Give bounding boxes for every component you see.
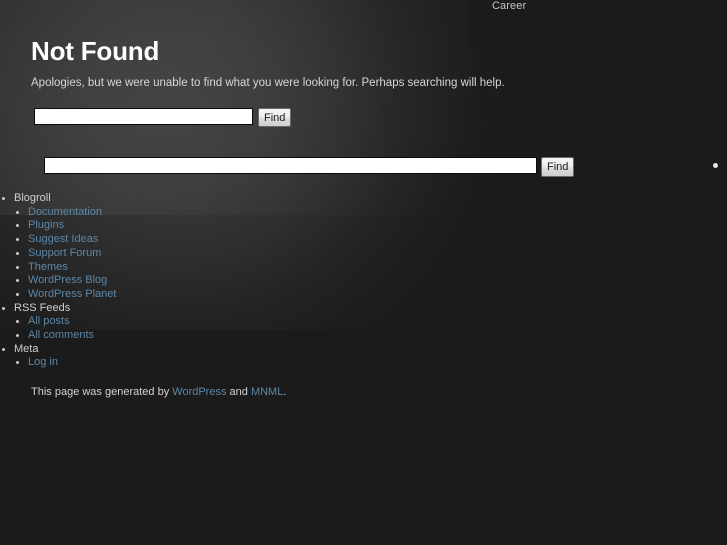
page-title: Not Found — [31, 36, 160, 66]
link-themes[interactable]: Themes — [28, 261, 68, 273]
list-item: Themes — [28, 261, 400, 275]
search-input-primary[interactable] — [34, 108, 253, 125]
linkbar: Blogroll Documentation Plugins Suggest I… — [0, 192, 400, 370]
list-item: Support Forum — [28, 247, 400, 261]
search-form-secondary: Find — [44, 157, 575, 177]
link-wordpress-blog[interactable]: WordPress Blog — [28, 274, 107, 286]
footer-prefix-text: This page was generated by — [31, 386, 173, 398]
topnav-item-career[interactable]: Career — [492, 0, 526, 12]
linkbar-group-meta: Meta Log in — [14, 343, 400, 370]
linkbar-item-list: Log in — [14, 356, 400, 370]
page-root: Career Not Found Apologies, but we were … — [0, 0, 727, 545]
list-item: All comments — [28, 329, 400, 343]
link-support-forum[interactable]: Support Forum — [28, 247, 101, 259]
stray-list-bullet — [713, 163, 718, 168]
list-item: Plugins — [28, 219, 400, 233]
list-item: WordPress Blog — [28, 274, 400, 288]
linkbar-group-rss-feeds: RSS Feeds All posts All comments — [14, 302, 400, 343]
linkbar-group-blogroll: Blogroll Documentation Plugins Suggest I… — [14, 192, 400, 302]
linkbar-group-list: Blogroll Documentation Plugins Suggest I… — [0, 192, 400, 370]
link-all-posts[interactable]: All posts — [28, 315, 70, 327]
top-navigation: Career — [492, 0, 526, 13]
link-suggest-ideas[interactable]: Suggest Ideas — [28, 233, 98, 245]
footer-middle-text: and — [226, 386, 251, 398]
linkbar-group-label: Blogroll — [14, 192, 51, 204]
list-item: Suggest Ideas — [28, 233, 400, 247]
linkbar-item-list: All posts All comments — [14, 315, 400, 342]
linkbar-item-list: Documentation Plugins Suggest Ideas Supp… — [14, 206, 400, 302]
link-log-in[interactable]: Log in — [28, 356, 58, 368]
footer-link-mnml[interactable]: MNML — [251, 386, 283, 398]
footer-link-wordpress[interactable]: WordPress — [172, 386, 226, 398]
search-submit-secondary[interactable]: Find — [541, 157, 575, 177]
link-documentation[interactable]: Documentation — [28, 206, 102, 218]
link-all-comments[interactable]: All comments — [28, 329, 94, 341]
linkbar-group-label: RSS Feeds — [14, 301, 71, 314]
list-item: Documentation — [28, 206, 400, 220]
list-item: All posts — [28, 315, 400, 329]
list-item: WordPress Planet — [28, 288, 400, 302]
list-item: Log in — [28, 356, 400, 370]
site-footer: This page was generated by WordPress and… — [31, 386, 286, 399]
search-form-primary: Find — [34, 108, 292, 127]
link-wordpress-planet[interactable]: WordPress Planet — [28, 288, 116, 300]
search-input-secondary[interactable] — [44, 157, 537, 174]
link-plugins[interactable]: Plugins — [28, 219, 64, 231]
footer-suffix-text: . — [283, 386, 287, 398]
not-found-message: Apologies, but we were unable to find wh… — [31, 77, 505, 89]
search-submit-primary[interactable]: Find — [258, 108, 292, 127]
linkbar-group-label: Meta — [14, 342, 39, 355]
